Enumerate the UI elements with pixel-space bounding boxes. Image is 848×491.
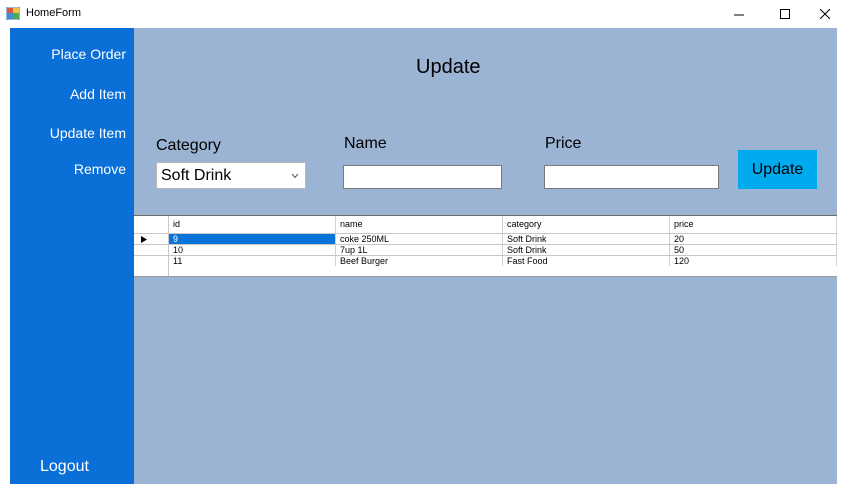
table-cell-id[interactable]: 9 [169, 234, 336, 244]
table-cell-price[interactable]: 20 [670, 234, 837, 244]
sidebar-item-place-order[interactable]: Place Order [51, 46, 126, 62]
title-bar[interactable]: HomeForm [0, 0, 848, 28]
sidebar-item-update-item[interactable]: Update Item [50, 125, 126, 141]
table-cell-category[interactable]: Soft Drink [503, 245, 670, 255]
table-header-row: id name category price [134, 216, 837, 233]
table-cell-price[interactable]: 120 [670, 256, 837, 266]
table-cell-name[interactable]: 7up 1L [336, 245, 503, 255]
table-row[interactable]: 11 Beef Burger Fast Food 120 [134, 255, 837, 266]
sidebar: Place Order Add Item Update Item Remove … [10, 28, 134, 484]
close-icon [820, 9, 830, 19]
table-cell-id[interactable]: 10 [169, 245, 336, 255]
category-dropdown[interactable]: Soft Drink [156, 162, 306, 189]
table-cell-price[interactable]: 50 [670, 245, 837, 255]
logout-button[interactable]: Logout [40, 458, 89, 476]
column-header-price[interactable]: price [670, 216, 837, 233]
close-button[interactable] [802, 0, 848, 28]
minimize-icon [734, 14, 744, 16]
table-cell-name[interactable]: Beef Burger [336, 256, 503, 266]
window-title: HomeForm [26, 7, 82, 19]
category-selected-value: Soft Drink [161, 167, 232, 184]
table-cell-category[interactable]: Fast Food [503, 256, 670, 266]
chevron-down-icon [291, 173, 299, 179]
row-selector-arrow-icon [141, 236, 147, 243]
app-icon [6, 7, 20, 20]
sidebar-item-remove[interactable]: Remove [74, 161, 126, 177]
name-input[interactable] [343, 165, 502, 189]
home-form-window: HomeForm Place Order Add Item Update Ite… [0, 0, 848, 491]
column-header-category[interactable]: category [503, 216, 670, 233]
category-label: Category [156, 137, 221, 154]
column-header-name[interactable]: name [336, 216, 503, 233]
minimize-button[interactable] [716, 0, 762, 28]
table-row[interactable]: 9 coke 250ML Soft Drink 20 [134, 233, 837, 244]
maximize-icon [780, 9, 790, 19]
price-input[interactable] [544, 165, 719, 189]
column-header-id[interactable]: id [169, 216, 336, 233]
table-row[interactable]: 10 7up 1L Soft Drink 50 [134, 244, 837, 255]
page-title: Update [416, 56, 481, 78]
sidebar-item-add-item[interactable]: Add Item [70, 86, 126, 102]
name-label: Name [344, 135, 387, 152]
items-table[interactable]: id name category price 9 coke 250ML Soft… [134, 215, 837, 277]
price-label: Price [545, 135, 582, 152]
main-panel: Update Category Name Price Soft Drink Up… [134, 28, 837, 484]
table-cell-name[interactable]: coke 250ML [336, 234, 503, 244]
update-button[interactable]: Update [738, 150, 817, 189]
table-cell-id[interactable]: 11 [169, 256, 336, 266]
table-cell-category[interactable]: Soft Drink [503, 234, 670, 244]
